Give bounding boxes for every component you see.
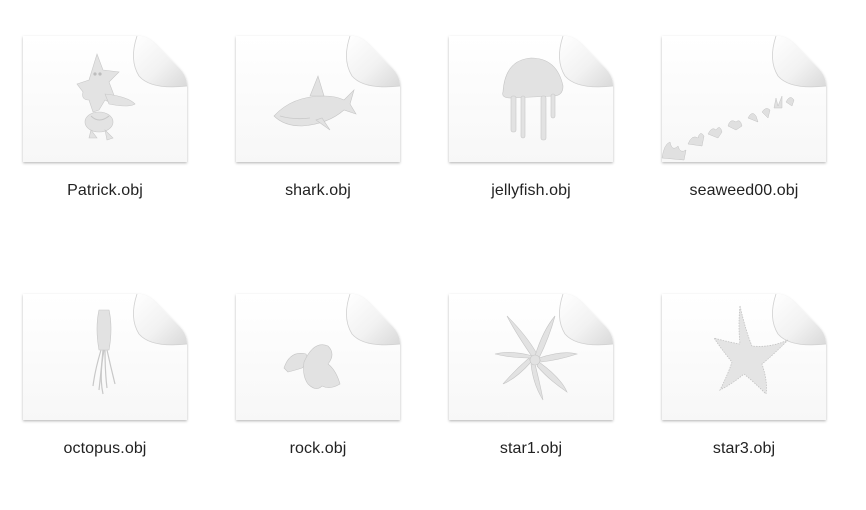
file-name: star1.obj bbox=[499, 440, 563, 457]
file-name: seaweed00.obj bbox=[689, 182, 799, 199]
file-item-star1[interactable]: star1.obj bbox=[431, 264, 631, 494]
patrick-starfish-model-icon bbox=[23, 35, 188, 162]
seaweed-model-icon bbox=[661, 35, 827, 162]
document-icon bbox=[445, 292, 617, 426]
file-item-octopus[interactable]: octopus.obj bbox=[5, 264, 205, 494]
star-spiky-model-icon bbox=[449, 293, 614, 420]
file-name: shark.obj bbox=[285, 182, 351, 199]
document-icon bbox=[445, 34, 617, 168]
file-item-patrick[interactable]: Patrick.obj bbox=[5, 6, 205, 236]
starfish-model-icon bbox=[662, 293, 827, 420]
octopus-model-icon bbox=[23, 293, 188, 420]
file-item-jellyfish[interactable]: jellyfish.obj bbox=[431, 6, 631, 236]
file-name: Patrick.obj bbox=[67, 182, 143, 199]
jellyfish-model-icon bbox=[449, 35, 614, 162]
document-icon bbox=[232, 34, 404, 168]
document-icon bbox=[232, 292, 404, 426]
file-item-star3[interactable]: star3.obj bbox=[644, 264, 844, 494]
file-item-seaweed[interactable]: seaweed00.obj bbox=[644, 6, 844, 236]
shark-model-icon bbox=[236, 35, 401, 162]
file-name: octopus.obj bbox=[63, 440, 147, 457]
document-icon bbox=[19, 34, 191, 168]
file-name: rock.obj bbox=[289, 440, 347, 457]
file-item-rock[interactable]: rock.obj bbox=[218, 264, 418, 494]
file-grid: Patrick.obj shark.obj jellyfish.obj seaw… bbox=[0, 0, 866, 510]
document-icon bbox=[19, 292, 191, 426]
document-icon bbox=[658, 34, 830, 168]
file-name: jellyfish.obj bbox=[491, 182, 571, 199]
file-item-shark[interactable]: shark.obj bbox=[218, 6, 418, 236]
rock-model-icon bbox=[236, 293, 401, 420]
document-icon bbox=[658, 292, 830, 426]
file-name: star3.obj bbox=[712, 440, 776, 457]
